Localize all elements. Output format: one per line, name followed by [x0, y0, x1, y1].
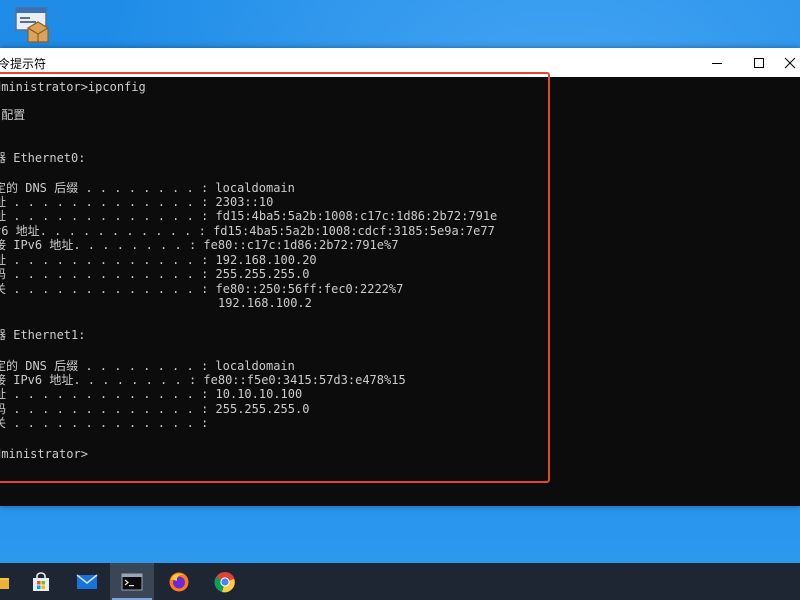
- console-line: 关 . . . . . . . . . . . . . :: [0, 416, 209, 430]
- taskbar-microsoft-store[interactable]: [26, 563, 56, 600]
- minimize-button[interactable]: [696, 48, 738, 77]
- close-button[interactable]: [780, 48, 800, 77]
- console-line: 192.168.100.2: [0, 296, 312, 310]
- console-line: 定的 DNS 后缀 . . . . . . . . : localdomain: [0, 359, 295, 373]
- console-line: 接 IPv6 地址. . . . . . . . : fe80::f5e0:34…: [0, 373, 406, 387]
- console-line: 器 Ethernet0:: [0, 151, 86, 165]
- console-line: 接 IPv6 地址. . . . . . . . : fe80::c17c:1d…: [0, 238, 399, 252]
- taskbar-command-prompt[interactable]: [110, 563, 154, 600]
- console-line: 址 . . . . . . . . . . . . . : 192.168.10…: [0, 253, 317, 267]
- taskbar: [0, 563, 800, 600]
- console-line: 码 . . . . . . . . . . . . . : 255.255.25…: [0, 267, 310, 281]
- console-output[interactable]: dministrator>ipconfig 配置 器 Ethernet0: 定的…: [0, 77, 800, 506]
- close-icon: [784, 57, 796, 68]
- taskbar-mail[interactable]: [70, 563, 104, 600]
- console-line: 址 . . . . . . . . . . . . . : 2303::10: [0, 195, 274, 209]
- console-line: dministrator>ipconfig: [0, 80, 146, 94]
- console-line: dministrator>: [0, 447, 88, 461]
- minimize-icon: [712, 62, 722, 64]
- console-line: 定的 DNS 后缀 . . . . . . . . : localdomain: [0, 181, 295, 195]
- taskbar-file-explorer[interactable]: [0, 563, 12, 600]
- console-line: 码 . . . . . . . . . . . . . : 255.255.25…: [0, 402, 310, 416]
- console-line: 址 . . . . . . . . . . . . . : fd15:4ba5:…: [0, 209, 498, 223]
- console-line: 关 . . . . . . . . . . . . . : fe80::250:…: [0, 282, 404, 296]
- terminal-icon: [121, 573, 143, 590]
- firefox-icon: [169, 572, 189, 591]
- folder-icon: [0, 577, 9, 589]
- taskbar-firefox[interactable]: [162, 563, 196, 600]
- mail-envelope-icon: [76, 573, 98, 589]
- maximize-button[interactable]: [738, 48, 780, 77]
- desktop-shortcut-icon[interactable]: [14, 6, 54, 46]
- command-prompt-window[interactable]: 令提示符 dministrator>ipconfig 配置 器 Ethernet…: [0, 48, 800, 506]
- maximize-icon: [754, 57, 764, 68]
- console-line: 址 . . . . . . . . . . . . . : 10.10.10.1…: [0, 387, 303, 401]
- window-title: 令提示符: [0, 57, 47, 71]
- chrome-icon: [214, 571, 235, 592]
- store-bag-icon: [33, 571, 49, 591]
- window-titlebar[interactable]: 令提示符: [0, 48, 800, 78]
- taskbar-chrome[interactable]: [208, 563, 242, 600]
- console-line: 器 Ethernet1:: [0, 328, 86, 342]
- console-line: v6 地址. . . . . . . . . . . : fd15:4ba5:5…: [0, 224, 495, 238]
- console-line: 配置: [1, 108, 26, 122]
